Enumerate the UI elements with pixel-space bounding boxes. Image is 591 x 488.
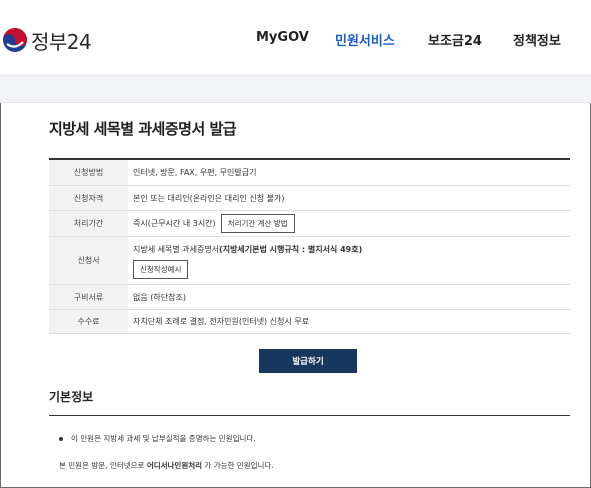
note-highlight: 어디서나민원처리	[146, 461, 203, 470]
table-row-eligibility: 신청자격 본인 또는 대리인(온라인은 대리인 신청 불가)	[49, 186, 570, 211]
note-suffix: 가 가능한 민원입니다.	[202, 461, 274, 470]
form-example-button[interactable]: 신청작성예시	[133, 259, 189, 279]
table-row-required-documents: 구비서류 없음 (하단참조)	[49, 285, 570, 310]
row-label: 신청서	[49, 237, 128, 284]
issue-button[interactable]: 발급하기	[259, 349, 357, 373]
form-name: 지방세 세목별 과세증명서	[133, 245, 220, 254]
main-nav: MyGOV 민원서비스 보조금24 정책정보	[256, 30, 561, 49]
table-row-fee: 수수료 자치단체 조례로 결정, 전자민원(인터넷) 신청시 무료	[49, 310, 570, 334]
note-prefix: 본 민원은 방문, 인터넷으로	[59, 461, 147, 470]
basic-info-note: 본 민원은 방문, 인터넷으로 어디서나민원처리 가 가능한 민원입니다.	[59, 460, 274, 471]
basic-info-bullet: 이 민원은 지방세 과세 및 납부실적을 증명하는 민원입니다.	[59, 433, 256, 444]
site-header: 정부24 MyGOV 민원서비스 보조금24 정책정보	[0, 0, 591, 76]
nav-item-subsidy24[interactable]: 보조금24	[428, 30, 513, 49]
section-divider	[49, 415, 570, 416]
row-label: 신청방법	[49, 160, 128, 185]
processing-time-calc-button[interactable]: 처리기간 계산 방법	[220, 214, 295, 233]
processing-time-text: 즉시(근무시간 내 3시간)	[133, 219, 216, 228]
table-row-application-form: 신청서 지방세 세목별 과세증명서 (지방세기본법 시행규칙 : 별지서식 49…	[49, 237, 570, 285]
site-logo[interactable]: 정부24	[2, 26, 92, 54]
row-label: 구비서류	[49, 285, 128, 309]
logo-text: 정부24	[31, 29, 92, 54]
table-row-method: 신청방법 인터넷, 방문, FAX, 우편, 무인발급기	[49, 160, 570, 186]
row-value: 인터넷, 방문, FAX, 우편, 무인발급기	[133, 168, 257, 177]
page-title: 지방세 세목별 과세증명서 발급	[49, 120, 237, 138]
taegeuk-logo-icon	[3, 28, 27, 52]
application-form-text: 지방세 세목별 과세증명서 (지방세기본법 시행규칙 : 별지서식 49호)	[133, 243, 362, 257]
table-row-processing-time: 처리기간 즉시(근무시간 내 3시간) 처리기간 계산 방법	[49, 211, 570, 237]
row-value: 본인 또는 대리인(온라인은 대리인 신청 불가)	[133, 193, 285, 203]
row-value: 지방세 세목별 과세증명서 (지방세기본법 시행규칙 : 별지서식 49호) 신…	[128, 237, 570, 284]
nav-item-civil-services[interactable]: 민원서비스	[335, 30, 428, 49]
nav-item-mygov[interactable]: MyGOV	[256, 30, 335, 49]
row-label: 수수료	[49, 310, 128, 333]
row-value: 없음 (하단참조)	[133, 292, 186, 302]
nav-item-policy-info[interactable]: 정책정보	[513, 30, 561, 49]
form-legal-basis: (지방세기본법 시행규칙 : 별지서식 49호)	[219, 245, 363, 254]
bullet-text: 이 민원은 지방세 과세 및 납부실적을 증명하는 민원입니다.	[71, 434, 256, 443]
basic-info-title: 기본정보	[49, 390, 94, 404]
row-label: 처리기간	[49, 211, 128, 236]
row-label: 신청자격	[49, 186, 128, 210]
breadcrumb-band	[0, 76, 591, 103]
row-value: 자치단체 조례로 결정, 전자민원(인터넷) 신청시 무료	[133, 317, 310, 326]
bullet-icon	[59, 436, 63, 441]
row-value: 즉시(근무시간 내 3시간) 처리기간 계산 방법	[128, 211, 570, 236]
service-info-table: 신청방법 인터넷, 방문, FAX, 우편, 무인발급기 신청자격 본인 또는 …	[49, 158, 570, 334]
